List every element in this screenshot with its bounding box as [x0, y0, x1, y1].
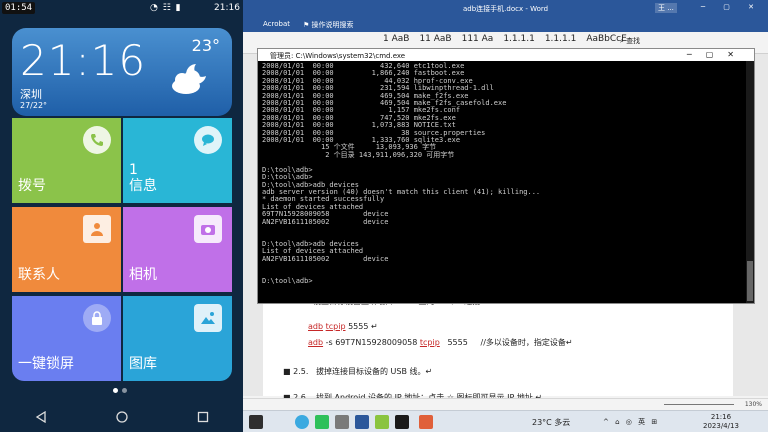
lightbulb-icon: ⚑	[303, 21, 312, 29]
cmd-title: 管理员: C:\Windows\system32\cmd.exe	[270, 52, 406, 60]
wechat-icon[interactable]	[315, 415, 329, 429]
recents-icon[interactable]	[197, 411, 209, 423]
cmd-output[interactable]: 2008/01/01 00:00 432,640 etc1tool.exe 200…	[258, 61, 754, 297]
widget-temperature: 23°	[191, 36, 220, 55]
cmd-line	[262, 263, 750, 270]
person-icon	[83, 215, 111, 243]
doc-command-line: adb -s 69T7N15928009058 tcpip 5555 //多以设…	[308, 338, 573, 347]
cmd-line: AN2FVB1611105002 device	[262, 217, 389, 226]
phone-icon	[83, 126, 111, 154]
weather-widget[interactable]: 21:16 23° 深圳 27/22°	[12, 28, 232, 116]
cmd-line: AN2FVB1611105002 device	[262, 254, 389, 263]
style-item[interactable]: 111 Aa	[462, 34, 494, 44]
lock-icon	[83, 304, 111, 332]
cmd-scrollbar[interactable]	[746, 61, 754, 303]
status-time: 21:16	[214, 3, 240, 13]
styles-gallery[interactable]: 1 AaB 11 AaB 111 Aa 1.1.1.1 1.1.1.1 AaBb…	[383, 34, 627, 44]
word-icon[interactable]	[355, 415, 369, 429]
app-icon[interactable]	[335, 415, 349, 429]
zoom-level[interactable]: 130%	[745, 401, 762, 408]
camera-icon	[194, 215, 222, 243]
chat-bubble-icon	[194, 126, 222, 154]
taskbar-weather[interactable]: 23°C 多云	[532, 417, 570, 428]
gallery-label: 图库	[129, 356, 157, 372]
word-status-bar: 130%	[243, 398, 768, 410]
style-item[interactable]: 1.1.1.1	[503, 34, 535, 44]
phone-screen: 01:54 ◔ ☷ ▮ 21:16 21:16 23° 深圳 27/22° 拨号…	[0, 0, 243, 432]
cmd-line	[262, 159, 750, 166]
moon-cloud-icon	[172, 64, 206, 94]
widget-city: 深圳	[20, 88, 42, 101]
doc-command-line: adb tcpip 5555 ↵	[308, 322, 378, 331]
doc-section-2-5: ■ 2.5. 拔掉连接目标设备的 USB 线。↵	[283, 367, 433, 376]
cmd-line	[262, 270, 750, 277]
contacts-label: 联系人	[18, 267, 60, 283]
recording-timer: 01:54	[2, 2, 36, 14]
lock-screen-tile[interactable]: 一键锁屏	[12, 296, 121, 381]
menu-items: Acrobat	[243, 20, 290, 28]
taskbar: 23°C 多云 ^ ⌂ ◎ 英 ⊞ 21:16 2023/4/13	[243, 410, 768, 432]
zoom-slider[interactable]	[664, 404, 734, 405]
cmd-title-bar[interactable]: 管理员: C:\Windows\system32\cmd.exe ─▢✕	[258, 49, 754, 61]
contacts-tile[interactable]: 联系人	[12, 207, 121, 292]
window-controls[interactable]: ─ ▢ ✕	[701, 3, 762, 11]
page-indicator	[113, 388, 127, 393]
cmd-line	[262, 226, 750, 233]
app-icon[interactable]	[419, 415, 433, 429]
back-icon[interactable]	[35, 411, 47, 423]
lock-screen-label: 一键锁屏	[18, 356, 74, 372]
style-item[interactable]: 11 AaB	[419, 34, 451, 44]
tell-me-search[interactable]: ⚑ 操作说明搜索	[303, 20, 354, 30]
user-account[interactable]: 王 ...	[655, 3, 677, 13]
status-icons: ◔ ☷ ▮	[150, 3, 182, 13]
gallery-tile[interactable]: 图库	[123, 296, 232, 381]
style-item[interactable]: 1.1.1.1	[545, 34, 577, 44]
start-icon[interactable]	[249, 415, 263, 429]
cmd-window[interactable]: 管理员: C:\Windows\system32\cmd.exe ─▢✕ 200…	[257, 48, 755, 304]
find-button[interactable]: ⌕ 查找	[620, 36, 640, 46]
scroll-thumb[interactable]	[747, 261, 753, 301]
picture-icon	[194, 304, 222, 332]
home-icon[interactable]	[115, 411, 128, 423]
dial-label: 拨号	[18, 178, 46, 194]
phone-status-bar: 01:54 ◔ ☷ ▮ 21:16	[0, 0, 243, 18]
messages-tile[interactable]: 1 信息	[123, 118, 232, 203]
document-title: adb连接手机.docx - Word	[463, 5, 549, 13]
widget-temp-range: 27/22°	[20, 101, 48, 110]
menu-item-acrobat[interactable]: Acrobat	[263, 20, 290, 28]
camera-tile[interactable]: 相机	[123, 207, 232, 292]
cmd-line: 2 个目录 143,911,096,320 可用字节	[262, 150, 455, 159]
browser-icon[interactable]	[295, 415, 309, 429]
messages-label: 信息	[129, 178, 157, 194]
taskbar-clock[interactable]: 21:16 2023/4/13	[703, 413, 739, 431]
camera-label: 相机	[129, 267, 157, 283]
word-title-bar: adb连接手机.docx - Word 王 ... ─ ▢ ✕	[243, 0, 768, 16]
word-menu-bar: Acrobat ⚑ 操作说明搜索	[243, 16, 768, 32]
cmd-window-controls[interactable]: ─▢✕	[687, 50, 748, 59]
system-tray[interactable]: ^ ⌂ ◎ 英 ⊞	[603, 417, 659, 427]
dial-tile[interactable]: 拨号	[12, 118, 121, 203]
navigation-bar	[0, 402, 243, 432]
terminal-icon[interactable]	[395, 415, 409, 429]
cmd-line: D:\tool\adb>	[262, 165, 313, 174]
style-item[interactable]: 1 AaB	[383, 34, 409, 44]
pycharm-icon[interactable]	[375, 415, 389, 429]
widget-clock: 21:16	[20, 36, 147, 85]
cmd-line: D:\tool\adb>	[262, 276, 313, 285]
